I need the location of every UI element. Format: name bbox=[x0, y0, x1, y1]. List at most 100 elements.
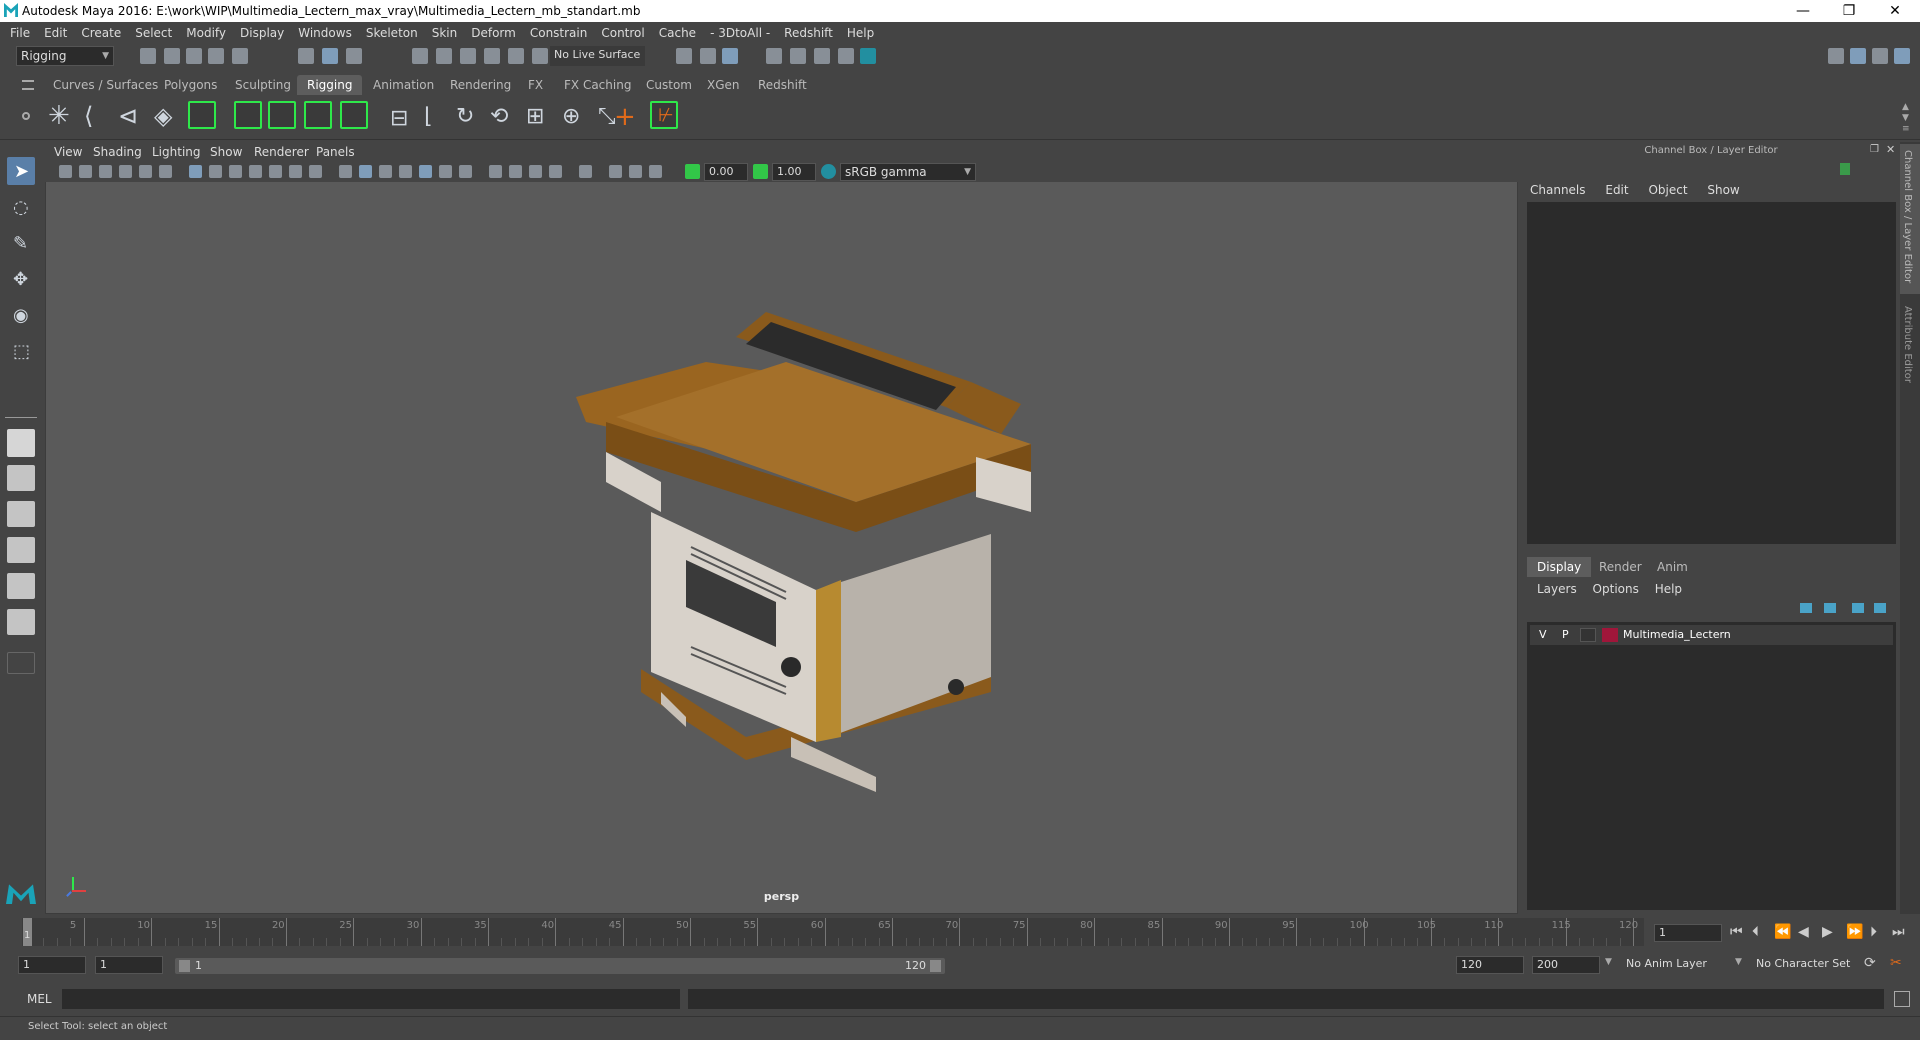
menu-help[interactable]: Help bbox=[847, 26, 874, 40]
range-end-handle[interactable] bbox=[930, 960, 941, 972]
xray-joints-icon[interactable] bbox=[629, 165, 642, 178]
go-to-end-icon[interactable]: ⏭ bbox=[1892, 924, 1905, 940]
render-setup-icon[interactable] bbox=[838, 48, 854, 64]
viewport-menu-renderer[interactable]: Renderer bbox=[254, 145, 309, 159]
menu-modify[interactable]: Modify bbox=[186, 26, 226, 40]
aim-constraint-icon[interactable]: ⊞ bbox=[526, 104, 544, 129]
render-frame-icon[interactable] bbox=[700, 48, 716, 64]
ipr-render-icon[interactable] bbox=[722, 48, 738, 64]
layer-color-swatch[interactable] bbox=[1602, 628, 1618, 642]
exposure-field[interactable]: 0.00 bbox=[704, 163, 748, 181]
custom-layout-button[interactable] bbox=[7, 652, 35, 674]
cb-menu-show[interactable]: Show bbox=[1707, 183, 1739, 197]
menu-deform[interactable]: Deform bbox=[471, 26, 516, 40]
tab-rigging[interactable]: Rigging bbox=[297, 75, 363, 95]
viewport-menu-shading[interactable]: Shading bbox=[93, 145, 142, 159]
viewport-menu-panels[interactable]: Panels bbox=[316, 145, 355, 159]
snap-grid-icon[interactable] bbox=[412, 48, 428, 64]
menu-3dtoall[interactable]: - 3DtoAll - bbox=[710, 26, 770, 40]
minimize-button[interactable]: — bbox=[1780, 0, 1826, 22]
textured-icon[interactable] bbox=[419, 165, 432, 178]
safe-title-icon[interactable] bbox=[309, 165, 322, 178]
parent-constraint-icon[interactable]: ⊟ bbox=[390, 106, 408, 131]
render-view-icon[interactable] bbox=[814, 48, 830, 64]
single-perspective-layout-button[interactable] bbox=[7, 429, 35, 457]
xray-components-icon[interactable] bbox=[649, 165, 662, 178]
tool-settings-toggle-icon[interactable] bbox=[1872, 48, 1888, 64]
select-hierarchy-icon[interactable] bbox=[298, 48, 314, 64]
menu-edit[interactable]: Edit bbox=[44, 26, 67, 40]
layer-visibility-toggle[interactable]: V bbox=[1539, 628, 1547, 641]
perspective-viewport[interactable]: persp bbox=[46, 182, 1517, 913]
make-live-icon[interactable] bbox=[532, 48, 548, 64]
viewport-menu-show[interactable]: Show bbox=[210, 145, 242, 159]
le-menu-help[interactable]: Help bbox=[1655, 582, 1682, 596]
tab-polygons[interactable]: Polygons bbox=[154, 75, 227, 95]
cb-menu-object[interactable]: Object bbox=[1648, 183, 1687, 197]
gamma-field[interactable]: 1.00 bbox=[772, 163, 816, 181]
gate-mask-icon[interactable] bbox=[249, 165, 262, 178]
lasso-tool-button[interactable]: ◌ bbox=[7, 193, 35, 221]
viewport-menu-lighting[interactable]: Lighting bbox=[152, 145, 201, 159]
locator-icon[interactable]: + bbox=[614, 102, 636, 132]
close-panel-icon[interactable]: ✕ bbox=[1886, 143, 1895, 156]
animation-preferences-icon[interactable]: ✂ bbox=[1890, 955, 1902, 971]
bookmark-icon[interactable] bbox=[99, 165, 112, 178]
four-view-layout-button[interactable] bbox=[7, 465, 35, 491]
shelf-scroll-icon[interactable]: ▲ ▼ ≡ bbox=[1902, 102, 1910, 135]
menu-select[interactable]: Select bbox=[135, 26, 172, 40]
menu-display[interactable]: Display bbox=[240, 26, 284, 40]
menu-control[interactable]: Control bbox=[601, 26, 644, 40]
menu-create[interactable]: Create bbox=[81, 26, 121, 40]
chevron-down-icon[interactable]: ▼ bbox=[1735, 957, 1742, 967]
le-menu-options[interactable]: Options bbox=[1593, 582, 1639, 596]
camera-attributes-icon[interactable] bbox=[79, 165, 92, 178]
gamma-icon[interactable] bbox=[753, 164, 768, 179]
side-tab-channel-box[interactable]: Channel Box / Layer Editor bbox=[1900, 144, 1920, 294]
film-gate-icon[interactable] bbox=[209, 165, 222, 178]
skeleton-builder-icon[interactable] bbox=[188, 101, 216, 129]
menu-windows[interactable]: Windows bbox=[298, 26, 352, 40]
pole-vector-icon[interactable]: ⊕ bbox=[562, 104, 580, 129]
menu-skeleton[interactable]: Skeleton bbox=[366, 26, 418, 40]
smooth-shade-icon[interactable] bbox=[359, 165, 372, 178]
outliner-layout-button[interactable] bbox=[7, 537, 35, 563]
channel-box-toggle-icon[interactable] bbox=[1894, 48, 1910, 64]
le-menu-layers[interactable]: Layers bbox=[1537, 582, 1577, 596]
scale-tool-button[interactable]: ⬚ bbox=[7, 337, 35, 365]
tab-anim[interactable]: Anim bbox=[1647, 557, 1698, 577]
ik-fk-switch-icon[interactable]: ⊬ bbox=[650, 101, 678, 129]
tab-redshift[interactable]: Redshift bbox=[748, 75, 817, 95]
time-slider[interactable]: 5 10 15 20 25 30 35 40 45 50 55 60 65 70 75 80 85 90 95 100… bbox=[22, 918, 1644, 946]
layer-row[interactable]: V P Multimedia_Lectern bbox=[1530, 625, 1893, 645]
menu-cache[interactable]: Cache bbox=[659, 26, 696, 40]
command-language-toggle[interactable]: MEL bbox=[27, 992, 52, 1006]
playback-start-field[interactable]: 1 bbox=[95, 956, 163, 974]
play-forwards-icon[interactable]: ▶ bbox=[1822, 924, 1833, 940]
tab-custom[interactable]: Custom bbox=[636, 75, 702, 95]
exposure-icon[interactable] bbox=[685, 164, 700, 179]
menuset-dropdown[interactable]: Rigging ▼ bbox=[16, 46, 114, 66]
snap-surface-icon[interactable] bbox=[508, 48, 524, 64]
shelf-settings-icon[interactable] bbox=[22, 112, 30, 120]
select-object-icon[interactable] bbox=[322, 48, 338, 64]
cluster-icon[interactable] bbox=[340, 101, 368, 129]
layer-type-toggle[interactable] bbox=[1580, 628, 1596, 642]
safe-action-icon[interactable] bbox=[289, 165, 302, 178]
ik-spline-icon[interactable]: ⊲ bbox=[118, 103, 138, 129]
snap-curve-icon[interactable] bbox=[436, 48, 452, 64]
auto-key-icon[interactable]: ⟳ bbox=[1864, 955, 1876, 971]
side-tab-attribute-editor[interactable]: Attribute Editor bbox=[1900, 302, 1920, 402]
tab-rendering[interactable]: Rendering bbox=[440, 75, 521, 95]
shadows-icon[interactable] bbox=[459, 165, 472, 178]
point-constraint-icon[interactable]: ⌊ bbox=[424, 104, 433, 129]
xray-icon[interactable] bbox=[609, 165, 622, 178]
isolate-select-icon[interactable] bbox=[579, 165, 592, 178]
tab-xgen[interactable]: XGen bbox=[697, 75, 750, 95]
tab-sculpting[interactable]: Sculpting bbox=[225, 75, 301, 95]
insert-joint-icon[interactable]: ◈ bbox=[154, 103, 172, 129]
grease-pencil-icon[interactable] bbox=[159, 165, 172, 178]
restore-button[interactable]: ❐ bbox=[1826, 0, 1872, 22]
chevron-down-icon[interactable]: ▼ bbox=[1605, 957, 1612, 967]
image-plane-icon[interactable] bbox=[119, 165, 132, 178]
